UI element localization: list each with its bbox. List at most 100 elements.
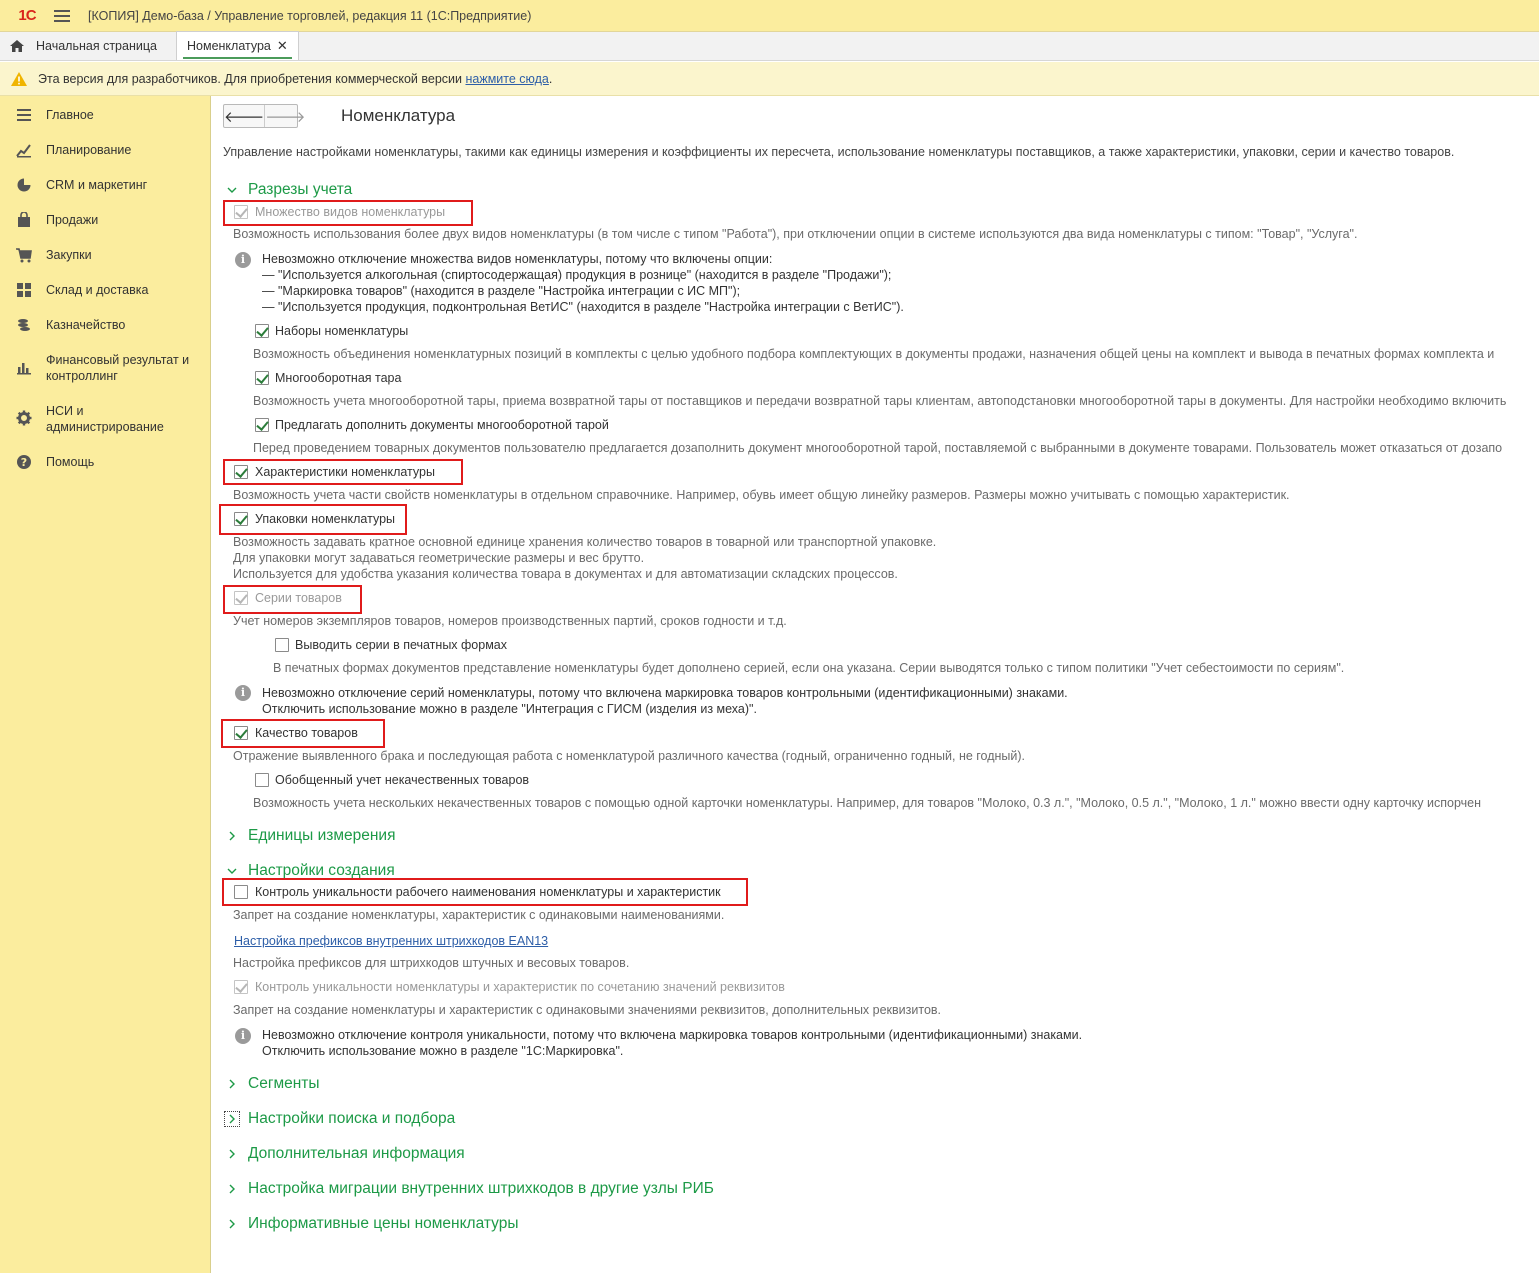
tab-home-label: Начальная страница <box>36 39 157 53</box>
section-title: Информативные цены номенклатуры <box>248 1215 519 1232</box>
sidebar-item-label: Планирование <box>46 143 132 157</box>
bar-chart-icon <box>17 363 31 375</box>
title-bar: 1С [КОПИЯ] Демо-база / Управление торгов… <box>0 0 1539 32</box>
back-button[interactable]: 🡐 <box>224 105 264 127</box>
sidebar-item-label: Финансовый результат и <box>46 353 190 367</box>
suggest-tara-hint: Перед проведением товарных документов по… <box>253 441 1503 455</box>
window-title: [КОПИЯ] Демо-база / Управление торговлей… <box>88 8 532 23</box>
sidebar: Главное Планирование CRM и маркетинг Про… <box>0 96 211 1273</box>
unique-attrs-checkbox[interactable] <box>234 980 248 994</box>
menu-icon <box>17 109 31 121</box>
home-icon <box>10 40 24 52</box>
info-icon: i <box>235 252 251 268</box>
highlight-box <box>221 719 385 748</box>
chevron-down-icon <box>227 187 237 193</box>
packages-hint-3: Используется для удобства указания колич… <box>233 567 898 581</box>
sidebar-item-crm[interactable]: CRM и маркетинг <box>0 176 211 194</box>
print-series-label: Выводить серии в печатных формах <box>295 638 508 652</box>
section-title: Сегменты <box>248 1075 320 1092</box>
kits-checkbox[interactable] <box>255 324 269 338</box>
highlight-box <box>222 878 748 906</box>
suggest-tara-checkbox[interactable] <box>255 418 269 432</box>
sidebar-item-label: Продажи <box>46 213 99 227</box>
characteristics-hint: Возможность учета части свойств номенкла… <box>233 488 1290 502</box>
tab-nomenclature[interactable]: Номенклатура ✕ <box>176 31 299 60</box>
section-migration[interactable]: Настройка миграции внутренних штрихкодов… <box>227 1179 714 1199</box>
gear-icon <box>16 410 32 426</box>
sidebar-item-warehouse[interactable]: Склад и доставка <box>0 281 211 299</box>
tab-nomenclature-label: Номенклатура <box>187 39 271 53</box>
unique-attrs-label: Контроль уникальности номенклатуры и хар… <box>255 980 785 994</box>
section-units[interactable]: Единицы измерения <box>227 826 395 846</box>
sidebar-item-help[interactable]: ? Помощь <box>0 453 211 471</box>
chevron-down-icon <box>227 868 237 874</box>
sidebar-item-sales[interactable]: Продажи <box>0 211 211 229</box>
section-title: Настройки поиска и подбора <box>248 1110 456 1127</box>
sidebar-item-finance[interactable]: Финансовый результат и контроллинг <box>0 351 211 385</box>
page-description: Управление настройками номенклатуры, так… <box>223 145 1455 159</box>
svg-text:?: ? <box>21 456 27 469</box>
info1-line3: — "Маркировка товаров" (находится в разд… <box>262 284 741 298</box>
info2-line2: Отключить использование можно в разделе … <box>262 702 757 716</box>
print-series-hint: В печатных формах документов представлен… <box>273 661 1345 675</box>
defect-checkbox[interactable] <box>255 773 269 787</box>
sidebar-item-purchases[interactable]: Закупки <box>0 246 211 264</box>
quality-hint: Отражение выявленного брака и последующа… <box>233 749 1026 763</box>
section-title: Настройка миграции внутренних штрихкодов… <box>248 1180 714 1197</box>
sidebar-item-label: НСИ и <box>46 404 84 418</box>
sidebar-item-treasury[interactable]: Казначейство <box>0 316 211 334</box>
defect-hint: Возможность учета нескольких некачествен… <box>253 796 1481 810</box>
tab-home[interactable]: Начальная страница <box>0 32 174 60</box>
kits-label: Наборы номенклатуры <box>275 324 409 338</box>
section-search[interactable]: Настройки поиска и подбора <box>224 1109 456 1129</box>
main-menu-icon[interactable] <box>54 9 70 22</box>
chevron-right-icon <box>229 1149 235 1159</box>
info1-line1: Невозможно отключение множества видов но… <box>262 252 773 266</box>
sidebar-item-label: Помощь <box>46 455 95 469</box>
cart-icon <box>16 248 32 263</box>
kits-hint: Возможность объединения номенклатурных п… <box>253 347 1495 361</box>
grid-icon <box>17 283 31 297</box>
chevron-right-icon <box>229 1184 235 1194</box>
sidebar-item-label-2: контроллинг <box>46 369 118 383</box>
tara-label: Многооборотная тара <box>275 371 402 385</box>
info-icon: i <box>235 685 251 701</box>
section-prices[interactable]: Информативные цены номенклатуры <box>227 1214 519 1234</box>
buy-link[interactable]: нажмите сюда <box>465 72 548 86</box>
section-accounting[interactable]: Разрезы учета <box>227 180 352 200</box>
sidebar-item-main[interactable]: Главное <box>0 106 211 124</box>
sidebar-item-label: Казначейство <box>46 318 126 332</box>
section-title: Дополнительная информация <box>248 1145 465 1162</box>
suggest-tara-label: Предлагать дополнить документы многообор… <box>275 418 609 432</box>
info3-line1: Невозможно отключение контроля уникально… <box>262 1028 1083 1042</box>
planning-icon <box>16 144 31 158</box>
sidebar-item-label: Главное <box>46 108 94 122</box>
section-segments[interactable]: Сегменты <box>227 1074 320 1094</box>
coins-icon <box>18 319 30 331</box>
tara-checkbox[interactable] <box>255 371 269 385</box>
packages-hint-1: Возможность задавать кратное основной ед… <box>233 535 937 549</box>
close-icon[interactable]: ✕ <box>277 38 288 54</box>
section-extra-info[interactable]: Дополнительная информация <box>227 1144 465 1164</box>
info1-line2: — "Используется алкогольная (спиртосодер… <box>262 268 892 282</box>
sidebar-item-planning[interactable]: Планирование <box>0 141 211 159</box>
page-title: Номенклатура <box>341 106 456 125</box>
chevron-right-icon <box>229 1079 235 1089</box>
highlight-box <box>223 200 473 226</box>
chevron-right-icon <box>224 1111 240 1127</box>
series-hint: Учет номеров экземпляров товаров, номеро… <box>233 614 787 628</box>
many-kinds-hint: Возможность использования более двух вид… <box>233 227 1358 241</box>
info2-line1: Невозможно отключение серий номенклатуры… <box>262 686 1068 700</box>
question-icon: ? <box>17 455 31 469</box>
pie-chart-icon <box>17 178 31 192</box>
info1-line4: — "Используется продукция, подконтрольна… <box>262 300 904 314</box>
tabs-bar: Начальная страница Номенклатура ✕ <box>0 31 1539 61</box>
info3-line2: Отключить использование можно в разделе … <box>262 1044 624 1058</box>
forward-button[interactable]: 🡒 <box>264 105 305 127</box>
sidebar-item-admin[interactable]: НСИ и администрирование <box>0 402 211 436</box>
info-icon: i <box>235 1028 251 1044</box>
chevron-right-icon <box>229 831 235 841</box>
defect-label: Обобщенный учет некачественных товаров <box>275 773 530 787</box>
prefix-settings-link[interactable]: Настройка префиксов внутренних штрихкодо… <box>234 933 548 949</box>
print-series-checkbox[interactable] <box>275 638 289 652</box>
